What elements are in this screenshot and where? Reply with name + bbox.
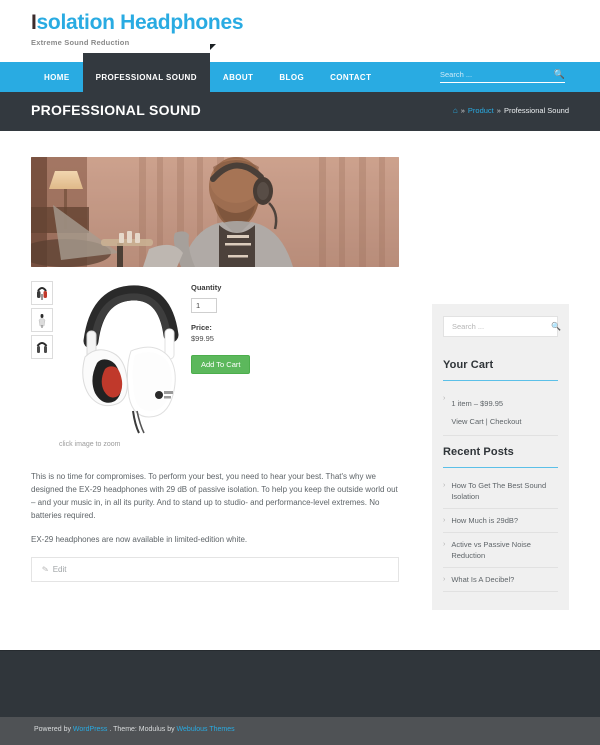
cart-item: › 1 item – $99.95 View Cart | Checkout (443, 391, 558, 436)
chevron-right-icon: › (443, 576, 446, 583)
search-icon[interactable]: 🔍 (554, 69, 565, 82)
list-item[interactable]: › How To Get The Best Sound Isolation (443, 478, 558, 509)
widget-your-cart: Your Cart › 1 item – $99.95 View Cart | … (443, 359, 558, 436)
cart-item-body: 1 item – $99.95 View Cart | Checkout (451, 393, 521, 429)
recent-post-link[interactable]: How To Get The Best Sound Isolation (451, 480, 558, 502)
footer-powered-by: Powered by (34, 726, 73, 733)
cart-summary: 1 item – $99.95 (451, 399, 504, 408)
description-paragraph-1: This is no time for compromises. To perf… (31, 472, 398, 520)
quantity-input[interactable] (191, 298, 217, 313)
cart-list: › 1 item – $99.95 View Cart | Checkout (443, 391, 558, 436)
header-search-input[interactable] (440, 69, 554, 82)
nav-item-blog[interactable]: BLOG (266, 62, 317, 92)
sidebar-search-input[interactable] (450, 321, 551, 332)
site-title: Isolation Headphones (31, 11, 244, 35)
chevron-right-icon: › (443, 541, 446, 548)
widget-recent-posts: Recent Posts › How To Get The Best Sound… (443, 446, 558, 592)
content-area: click image to zoom Quantity Price: $99.… (0, 131, 600, 636)
product-buybox: Quantity Price: $99.95 Add To Cart (191, 283, 391, 374)
recent-posts-list: › How To Get The Best Sound Isolation › … (443, 478, 558, 592)
footer-credit: Powered by WordPress . Theme: Modulus by… (34, 726, 235, 733)
wordpress-link[interactable]: WordPress (73, 726, 108, 733)
sidebar: 🔍 Your Cart › 1 item – $99.95 View Cart … (432, 304, 569, 610)
product-main-image[interactable] (61, 279, 196, 434)
footer-theme-text: . Theme: Modulus by (107, 726, 177, 733)
breadcrumb-separator: » (460, 106, 465, 115)
home-icon[interactable]: ⌂ (453, 106, 458, 115)
recent-post-link[interactable]: What Is A Decibel? (451, 574, 514, 585)
widget-title-cart: Your Cart (443, 359, 494, 371)
site-branding[interactable]: Isolation Headphones Extreme Sound Reduc… (31, 11, 244, 47)
breadcrumb-link-product[interactable]: Product (468, 106, 494, 115)
thumbnail-1[interactable] (31, 281, 53, 305)
thumbnail-2[interactable] (31, 308, 53, 332)
product-thumbnails (31, 281, 53, 362)
recent-post-link[interactable]: How Much is 29dB? (451, 515, 518, 526)
sidebar-search[interactable]: 🔍 (443, 316, 561, 337)
nav-label: PROFESSIONAL SOUND (95, 72, 197, 82)
hero-photo (31, 157, 399, 267)
nav-item-contact[interactable]: CONTACT (317, 62, 384, 92)
nav-label: HOME (44, 72, 70, 82)
product-gallery-and-buybox: click image to zoom Quantity Price: $99.… (31, 279, 399, 464)
zoom-caption: click image to zoom (59, 441, 121, 448)
nav-active-notch (209, 44, 216, 50)
chevron-right-icon: › (443, 517, 446, 524)
price-label: Price: (191, 323, 212, 332)
product-description: This is no time for compromises. To perf… (31, 470, 399, 546)
site-title-rest: solation Headphones (36, 11, 244, 34)
widget-divider (443, 380, 558, 381)
page-root: Isolation Headphones Extreme Sound Reduc… (0, 0, 600, 745)
list-item[interactable]: › How Much is 29dB? (443, 509, 558, 533)
thumbnail-3[interactable] (31, 335, 53, 359)
header-search[interactable]: 🔍 (440, 69, 565, 83)
edit-post-box[interactable]: ✎ Edit (31, 557, 399, 582)
headphone-thumb-1-icon (37, 287, 47, 300)
pencil-icon: ✎ (41, 564, 50, 575)
edit-link[interactable]: Edit (53, 565, 67, 574)
quantity-label: Quantity (191, 283, 222, 292)
description-paragraph-2: EX-29 headphones are now available in li… (31, 535, 248, 544)
theme-author-link[interactable]: Webulous Themes (177, 726, 235, 733)
recent-post-link[interactable]: Active vs Passive Noise Reduction (451, 539, 558, 561)
widget-title-recent-posts: Recent Posts (443, 446, 514, 458)
nav-label: BLOG (279, 72, 305, 82)
cart-links[interactable]: View Cart | Checkout (451, 417, 521, 426)
nav-item-list: HOME PROFESSIONAL SOUND ABOUT BLOG CONTA… (31, 44, 384, 92)
widget-divider (443, 467, 558, 468)
page-title: PROFESSIONAL SOUND (31, 102, 202, 118)
nav-label: ABOUT (222, 72, 254, 82)
breadcrumb-separator: » (496, 106, 501, 115)
chevron-right-icon: › (443, 395, 446, 402)
search-icon[interactable]: 🔍 (551, 322, 561, 331)
nav-item-professional-sound[interactable]: PROFESSIONAL SOUND (82, 44, 216, 92)
headphone-thumb-3-icon (36, 342, 48, 353)
primary-navigation: HOME PROFESSIONAL SOUND ABOUT BLOG CONTA… (0, 44, 600, 92)
add-to-cart-button[interactable]: Add To Cart (191, 355, 251, 374)
nav-label: CONTACT (330, 72, 372, 82)
headphone-thumb-2-icon (38, 314, 46, 328)
breadcrumb-current: Professional Sound (503, 106, 569, 115)
main-column: click image to zoom Quantity Price: $99.… (31, 157, 399, 582)
hero-image (31, 157, 399, 267)
list-item[interactable]: › Active vs Passive Noise Reduction (443, 533, 558, 568)
breadcrumb: ⌂ » Product » Professional Sound (453, 106, 569, 115)
page-title-bar: PROFESSIONAL SOUND ⌂ » Product » Profess… (0, 92, 600, 131)
footer-widget-area (0, 650, 600, 718)
list-item[interactable]: › What Is A Decibel? (443, 568, 558, 592)
price-value: $99.95 (191, 334, 214, 343)
nav-item-about[interactable]: ABOUT (210, 62, 266, 92)
nav-item-home[interactable]: HOME (31, 62, 83, 92)
chevron-right-icon: › (443, 482, 446, 489)
white-headphones-illustration (82, 285, 179, 434)
